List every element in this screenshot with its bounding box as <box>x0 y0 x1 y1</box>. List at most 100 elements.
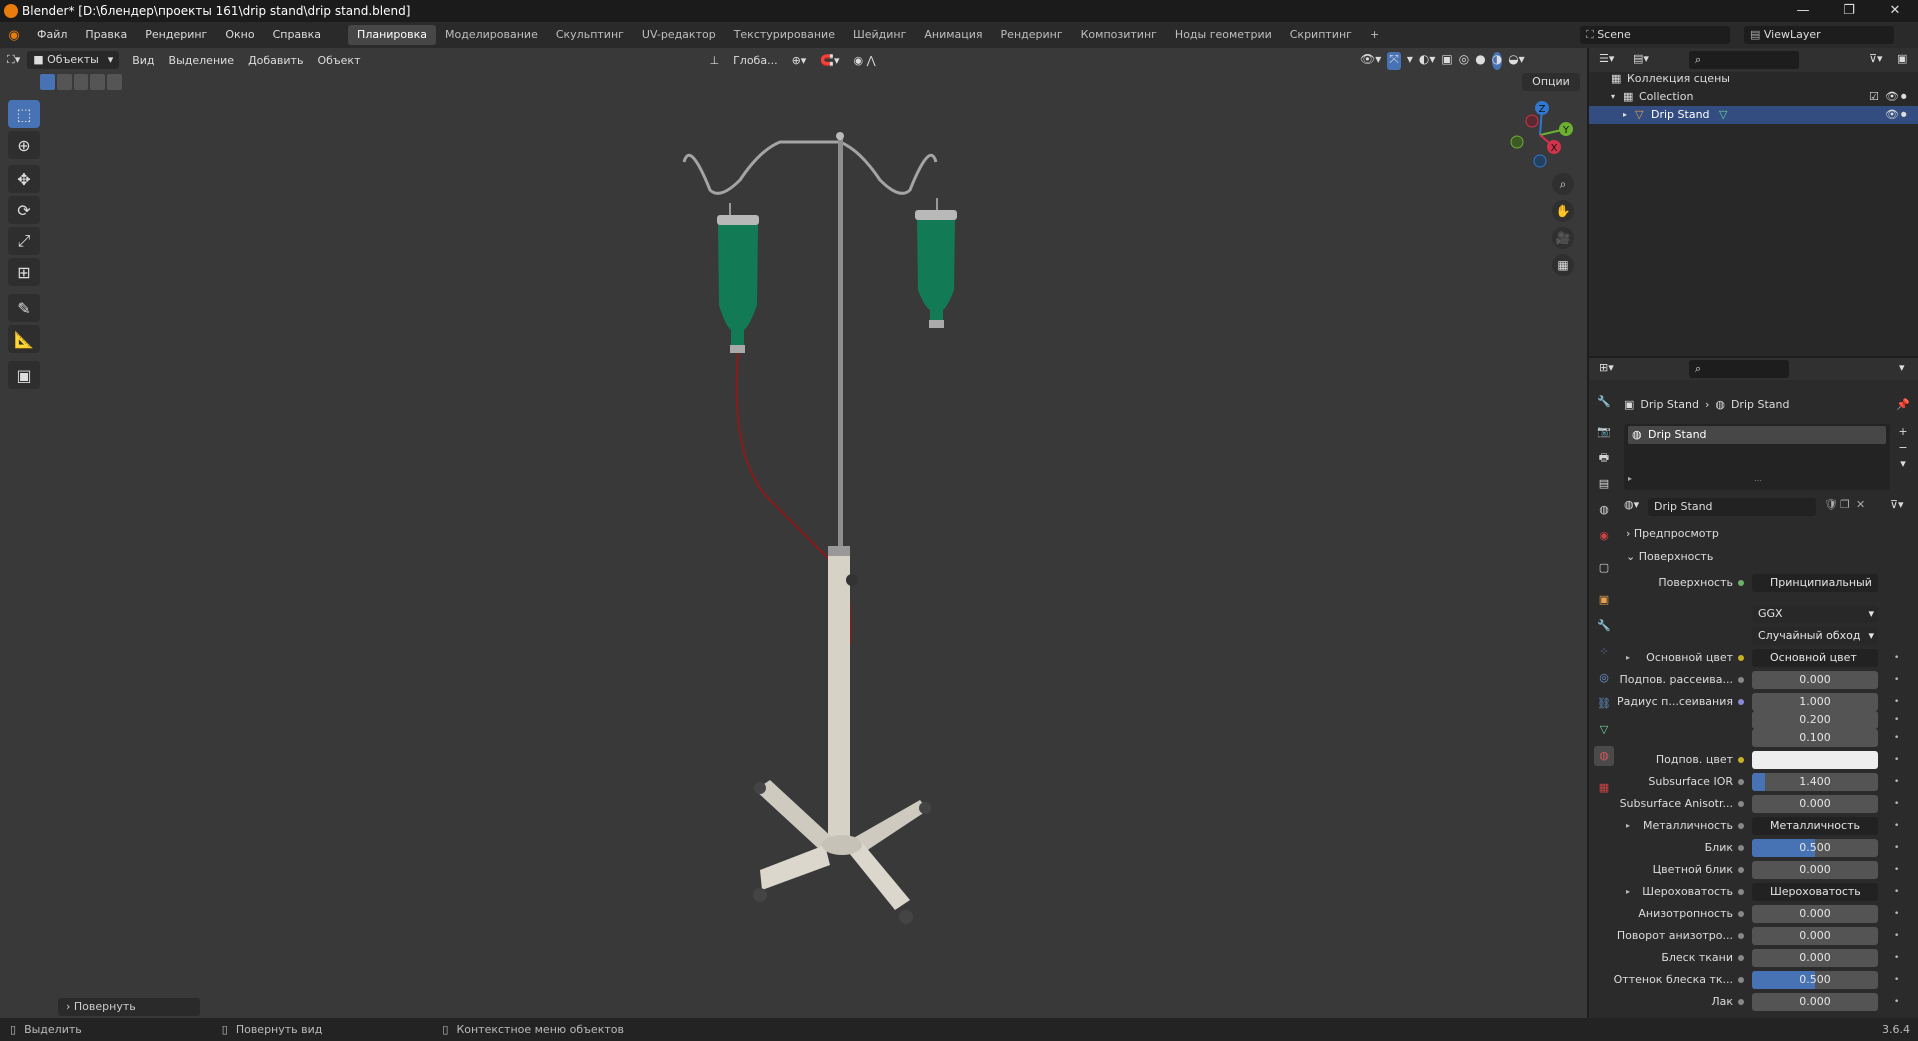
annotate-tool-icon[interactable]: ✎ <box>8 294 40 322</box>
socket-dot[interactable] <box>1738 823 1744 829</box>
solid-shading-icon[interactable]: ● <box>1475 52 1485 70</box>
keyframe-dot-icon[interactable]: • <box>1894 693 1904 711</box>
number-field[interactable]: 0.100 <box>1752 729 1878 747</box>
number-field[interactable]: 0.500 <box>1752 971 1878 989</box>
select-extend-icon[interactable] <box>56 74 72 90</box>
output-tab-icon[interactable]: 🖶 <box>1594 448 1614 468</box>
tab-layout[interactable]: Планировка <box>348 25 437 45</box>
menu-select[interactable]: Выделение <box>162 54 242 67</box>
remove-slot-button[interactable]: − <box>1896 440 1910 456</box>
pan-hand-icon[interactable]: ✋ <box>1552 200 1574 222</box>
visibility-icon[interactable]: 👁▾ <box>1360 52 1381 70</box>
outliner-collection[interactable]: ▾ ▦ Collection ☑ 👁 ⏺ <box>1589 88 1918 106</box>
gizmo-dropdown-icon[interactable]: ▾ <box>1407 52 1413 70</box>
number-field[interactable]: 0.000 <box>1752 671 1878 689</box>
scene-tab-icon[interactable]: ◍ <box>1594 500 1614 520</box>
eye-icon[interactable]: 👁 <box>1885 88 1899 106</box>
camera-icon[interactable]: ⏺ <box>1901 88 1907 106</box>
filter-icon[interactable]: ⊽▾ <box>1869 52 1883 65</box>
editor-type-icon[interactable]: ⛶▾ <box>0 53 27 67</box>
expand-arrow-icon[interactable]: ▾ <box>1611 88 1615 106</box>
proportional-edit-icon[interactable]: ◉ ⋀ <box>847 54 883 67</box>
exclude-checkbox-icon[interactable]: ☑ <box>1869 88 1879 106</box>
display-mode-icon[interactable]: ▤▾ <box>1633 52 1649 65</box>
wireframe-shading-icon[interactable]: ◎ <box>1459 52 1469 70</box>
overlay-icon[interactable]: ◐▾ <box>1419 52 1436 70</box>
material-slot-item[interactable]: ◍ Drip Stand <box>1628 426 1886 444</box>
new-collection-icon[interactable]: ▣ <box>1897 52 1907 65</box>
keyframe-dot-icon[interactable]: • <box>1894 817 1904 835</box>
tab-sculpting[interactable]: Скульптинг <box>547 25 633 45</box>
material-preview-icon[interactable]: ◑ <box>1491 52 1503 70</box>
cursor-tool-icon[interactable]: ⊕ <box>8 131 40 159</box>
unlink-material-icon[interactable]: ✕ <box>1856 498 1865 511</box>
number-field[interactable]: 1.000 <box>1752 693 1878 711</box>
select-new-icon[interactable] <box>40 74 55 90</box>
outliner-scene-collection[interactable]: ▦ Коллекция сцены <box>1589 70 1918 88</box>
subsurface-method-dropdown[interactable]: Случайный обход ▾ <box>1752 627 1878 645</box>
distribution-dropdown[interactable]: GGX ▾ <box>1752 605 1878 623</box>
rendered-shading-icon[interactable]: ◒▾ <box>1508 52 1525 70</box>
menu-object[interactable]: Объект <box>310 54 367 67</box>
pin-icon[interactable]: 📌 <box>1896 396 1910 414</box>
properties-search-input[interactable]: ⌕ <box>1689 360 1789 378</box>
close-button[interactable]: ✕ <box>1872 0 1918 22</box>
transform-orientation-dropdown[interactable]: Глоба... <box>726 54 784 67</box>
select-intersect-icon[interactable] <box>107 74 122 90</box>
scale-tool-icon[interactable]: ⤢ <box>8 227 40 255</box>
keyframe-dot-icon[interactable]: • <box>1894 971 1904 989</box>
socket-dot[interactable] <box>1738 677 1744 683</box>
select-invert-icon[interactable] <box>90 74 106 90</box>
socket-dot[interactable] <box>1738 911 1744 917</box>
gizmo-toggle-icon[interactable]: ⤧ <box>1387 52 1401 70</box>
keyframe-dot-icon[interactable]: • <box>1894 905 1904 923</box>
number-field[interactable]: 1.400 <box>1752 773 1878 791</box>
socket-dot[interactable] <box>1738 801 1744 807</box>
menu-edit[interactable]: Правка <box>76 22 136 48</box>
number-field[interactable]: 0.000 <box>1752 949 1878 967</box>
duplicate-material-icon[interactable]: ❐ <box>1840 498 1850 511</box>
number-field[interactable]: 0.000 <box>1752 795 1878 813</box>
preview-panel-header[interactable]: › Предпросмотр <box>1626 524 1896 544</box>
select-subtract-icon[interactable] <box>73 74 89 90</box>
socket-dot[interactable] <box>1738 757 1744 763</box>
surface-panel-header[interactable]: ⌄ Поверхность <box>1626 547 1896 567</box>
keyframe-dot-icon[interactable]: • <box>1894 711 1904 729</box>
socket-dot[interactable] <box>1738 779 1744 785</box>
keyframe-dot-icon[interactable]: • <box>1894 883 1904 901</box>
tab-texture-paint[interactable]: Текстурирование <box>725 25 844 45</box>
keyframe-dot-icon[interactable]: • <box>1894 773 1904 791</box>
last-operator-panel[interactable]: › Повернуть <box>58 998 200 1016</box>
socket-dot[interactable] <box>1738 999 1744 1005</box>
tab-animation[interactable]: Анимация <box>915 25 991 45</box>
linked-input-field[interactable]: Основной цвет <box>1752 649 1878 667</box>
tool-tab-icon[interactable]: 🔧 <box>1594 392 1614 412</box>
measure-tool-icon[interactable]: 📐 <box>8 325 40 353</box>
socket-dot[interactable] <box>1738 889 1744 895</box>
menu-view[interactable]: Вид <box>125 54 161 67</box>
menu-render[interactable]: Рендеринг <box>136 22 216 48</box>
add-cube-tool-icon[interactable]: ▣ <box>8 361 40 389</box>
options-button[interactable]: Опции <box>1522 73 1580 91</box>
add-workspace-button[interactable]: + <box>1361 25 1388 45</box>
select-box-tool-icon[interactable]: ⬚ <box>8 100 40 128</box>
world-tab-icon[interactable]: ◉ <box>1594 526 1614 546</box>
tab-shading[interactable]: Шейдинг <box>844 25 915 45</box>
navigation-gizmo[interactable]: Z Y X <box>1500 95 1580 175</box>
chevron-down-icon[interactable]: ▾ <box>1899 361 1905 374</box>
add-slot-button[interactable]: + <box>1896 424 1910 440</box>
scene-selector[interactable]: ⛶ Scene <box>1580 26 1730 44</box>
gizmo-neg-y[interactable] <box>1510 135 1524 149</box>
socket-dot[interactable] <box>1738 867 1744 873</box>
tab-uv-editing[interactable]: UV-редактор <box>633 25 725 45</box>
gizmo-neg-x[interactable] <box>1525 114 1539 128</box>
menu-window[interactable]: Окно <box>216 22 263 48</box>
keyframe-dot-icon[interactable]: • <box>1894 839 1904 857</box>
socket-dot[interactable] <box>1738 699 1744 705</box>
rotate-tool-icon[interactable]: ⟳ <box>8 196 40 224</box>
keyframe-dot-icon[interactable]: • <box>1894 993 1904 1011</box>
keyframe-dot-icon[interactable]: • <box>1894 649 1904 667</box>
view-layer-tab-icon[interactable]: ▤ <box>1594 474 1614 494</box>
slot-specials-button[interactable]: ▾ <box>1896 456 1910 472</box>
browse-material-icon[interactable]: ◍▾ <box>1624 498 1639 511</box>
